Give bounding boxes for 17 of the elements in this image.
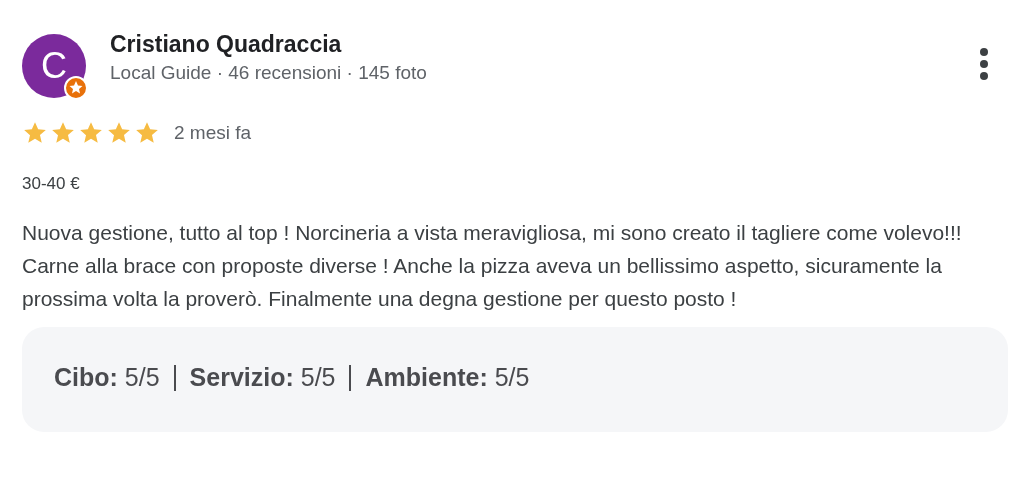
avatar-initial: C [41, 45, 67, 87]
review-text: Nuova gestione, tutto al top ! Norcineria a vista meravigliosa, mi sono creato il tagliere come volevo!!! Carne alla brace con proposte diverse ! Anche la pizza aveva un bellissimo aspetto, sicuramente la prossima volta la proverò. Finalmente una degna gestione per questo posto ! [22, 220, 963, 312]
star-icon [106, 120, 132, 146]
star-icon [134, 120, 160, 146]
star-icon [78, 120, 104, 146]
avatar[interactable]: C [22, 34, 86, 98]
rating-item: Servizio: 5/5 [189, 363, 336, 392]
rating-item: Cibo: 5/5 [54, 363, 160, 392]
author-meta: Local Guide · 46 recensioni · 145 foto [110, 61, 428, 85]
price-range: 30-40 € [22, 174, 81, 194]
more-options-icon[interactable] [978, 46, 990, 82]
star-icon [22, 120, 48, 146]
review-time: 2 mesi fa [174, 122, 252, 144]
star-badge-icon [64, 76, 88, 100]
rating-item: Ambiente: 5/5 [365, 363, 530, 392]
author-name[interactable]: Cristiano Quadraccia [110, 30, 978, 58]
star-icon [50, 120, 76, 146]
